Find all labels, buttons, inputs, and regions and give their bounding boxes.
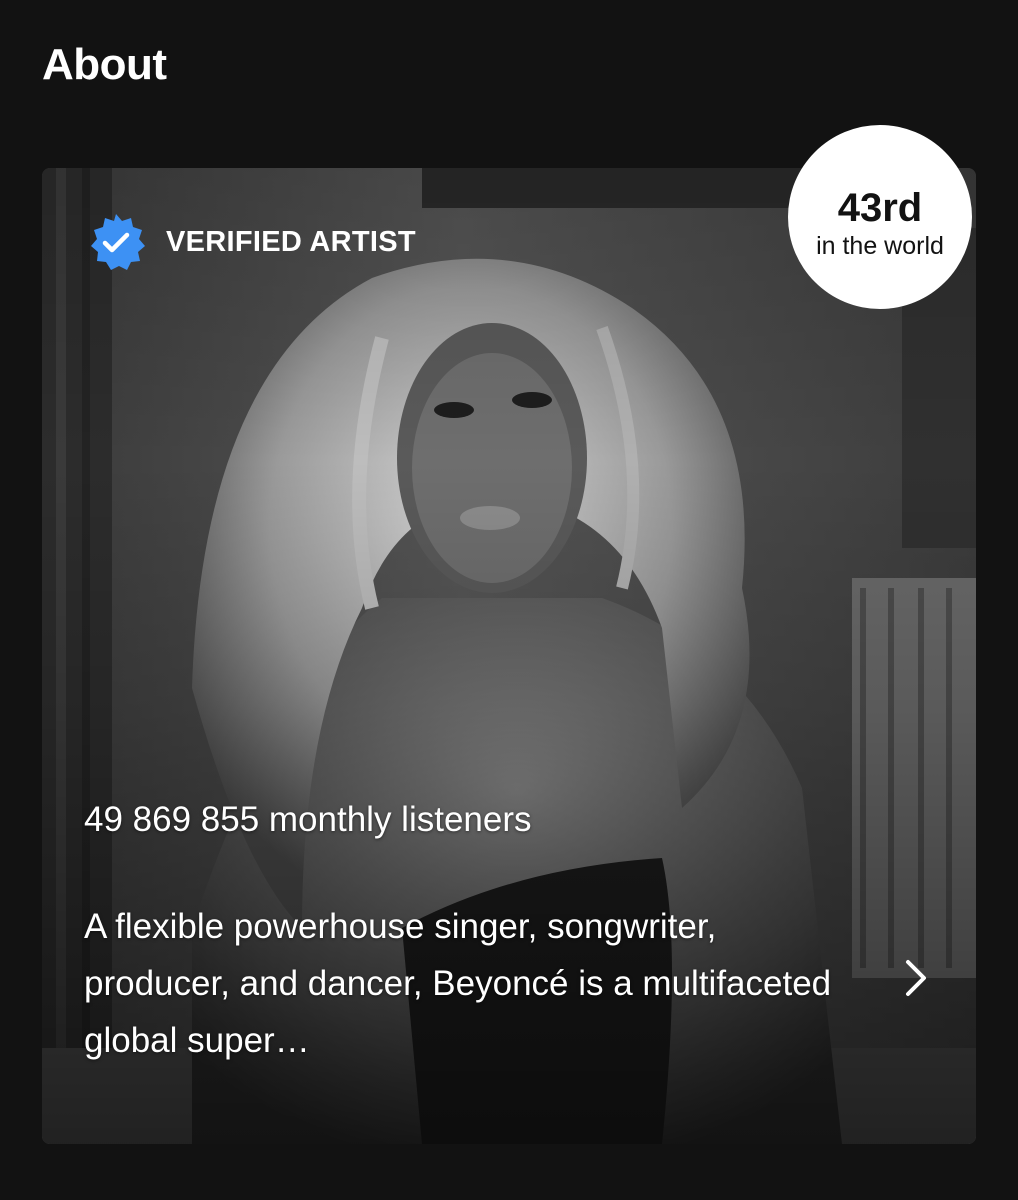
artist-bio: A flexible powerhouse singer, songwriter…: [84, 907, 832, 1060]
world-rank-badge[interactable]: 43rd in the world: [788, 125, 972, 309]
verified-artist-label: VERIFIED ARTIST: [166, 225, 416, 258]
chevron-right-icon[interactable]: [898, 954, 934, 1002]
about-card[interactable]: VERIFIED ARTIST 49 869 855 monthly liste…: [42, 168, 976, 1144]
monthly-listeners: 49 869 855 monthly listeners: [84, 800, 532, 839]
verified-artist-row: VERIFIED ARTIST: [84, 214, 416, 270]
section-title: About: [42, 40, 167, 89]
world-rank-value: 43rd: [837, 186, 923, 230]
world-rank-caption: in the world: [816, 232, 944, 260]
verified-badge-icon: [91, 214, 145, 270]
